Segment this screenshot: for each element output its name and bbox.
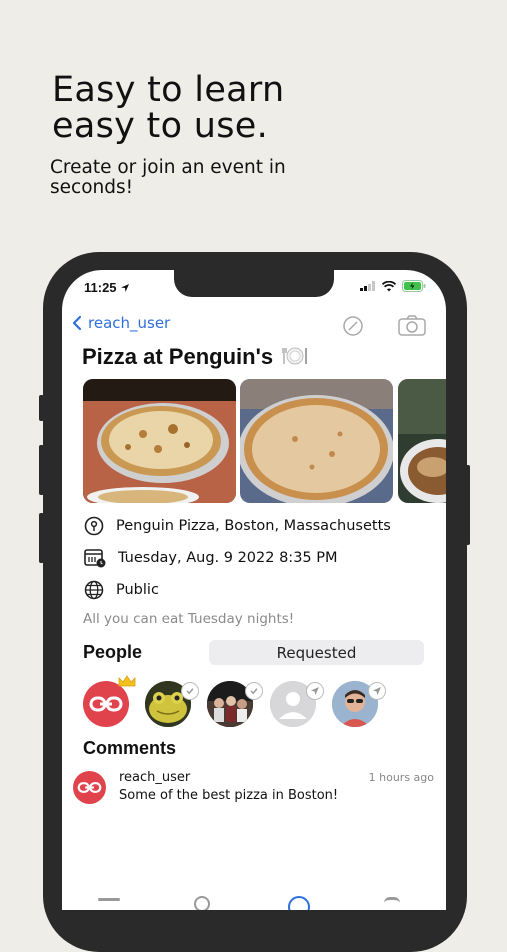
comment-text: Some of the best pizza in Boston!: [119, 788, 339, 803]
link-logo-icon: [77, 782, 102, 793]
phone-power-button: [465, 465, 470, 545]
phone-volume-down: [39, 513, 44, 563]
pizza-photo-image: [398, 379, 446, 503]
tab-search-icon[interactable]: [194, 896, 210, 910]
crown-icon: [118, 675, 136, 687]
back-label: reach_user: [88, 314, 171, 332]
back-button[interactable]: reach_user: [72, 314, 170, 332]
comment-username[interactable]: reach_user: [119, 770, 190, 785]
event-description: All you can eat Tuesday nights!: [83, 611, 295, 627]
phone-screen: 11:25 reach_user Pizza at Penguin's Peng…: [62, 270, 446, 910]
location-arrow-icon: [121, 284, 130, 292]
camera-icon[interactable]: [398, 314, 426, 336]
chevron-left-icon: [72, 315, 82, 331]
check-icon: [245, 682, 263, 700]
event-title-text: Pizza at Penguin's: [82, 344, 274, 369]
battery-icon: [402, 280, 426, 292]
tab-events-icon[interactable]: [288, 896, 310, 910]
status-time-text: 11:25: [84, 280, 117, 295]
plate-cutlery-icon: [281, 347, 308, 365]
event-photo-3[interactable]: [398, 379, 446, 503]
wifi-icon: [382, 280, 396, 291]
event-location-row[interactable]: Penguin Pizza, Boston, Massachusetts: [84, 516, 391, 536]
event-datetime-row[interactable]: Tuesday, Aug. 9 2022 8:35 PM: [84, 548, 338, 568]
edit-disabled-icon[interactable]: [342, 315, 364, 337]
comments-heading: Comments: [83, 738, 177, 758]
event-title: Pizza at Penguin's: [82, 344, 308, 370]
status-time: 11:25: [84, 280, 130, 295]
event-visibility-row[interactable]: Public: [84, 580, 159, 600]
hero-subtitle: Create or join an event in seconds!: [50, 157, 286, 198]
status-icons: [360, 280, 426, 292]
location-pin-icon: [84, 516, 104, 536]
phone-volume-up: [39, 445, 44, 495]
calendar-icon: [84, 549, 106, 568]
hero-title-line-1: Easy to learn: [52, 70, 285, 110]
event-visibility: Public: [116, 582, 159, 598]
pizza-photo-image: [240, 379, 393, 503]
requested-button[interactable]: Requested: [209, 640, 424, 665]
globe-icon: [84, 580, 104, 600]
event-photo-1[interactable]: [83, 379, 236, 503]
phone-side-button: [39, 395, 44, 421]
send-icon: [306, 682, 324, 700]
check-icon: [181, 682, 199, 700]
comment-timestamp: 1 hours ago: [368, 771, 434, 784]
event-location: Penguin Pizza, Boston, Massachusetts: [116, 518, 391, 534]
signal-icon: [360, 281, 375, 291]
phone-notch: [174, 270, 334, 297]
send-icon: [368, 682, 386, 700]
event-photo-2[interactable]: [240, 379, 393, 503]
hero-title-line-2: easy to use.: [52, 106, 268, 146]
pizza-photo-image: [83, 379, 236, 503]
event-datetime: Tuesday, Aug. 9 2022 8:35 PM: [118, 550, 338, 566]
people-heading: People: [83, 642, 143, 662]
comment-avatar[interactable]: [73, 771, 106, 804]
hero-title: Easy to learn easy to use.: [52, 72, 284, 144]
tab-profile-icon[interactable]: [384, 897, 400, 906]
